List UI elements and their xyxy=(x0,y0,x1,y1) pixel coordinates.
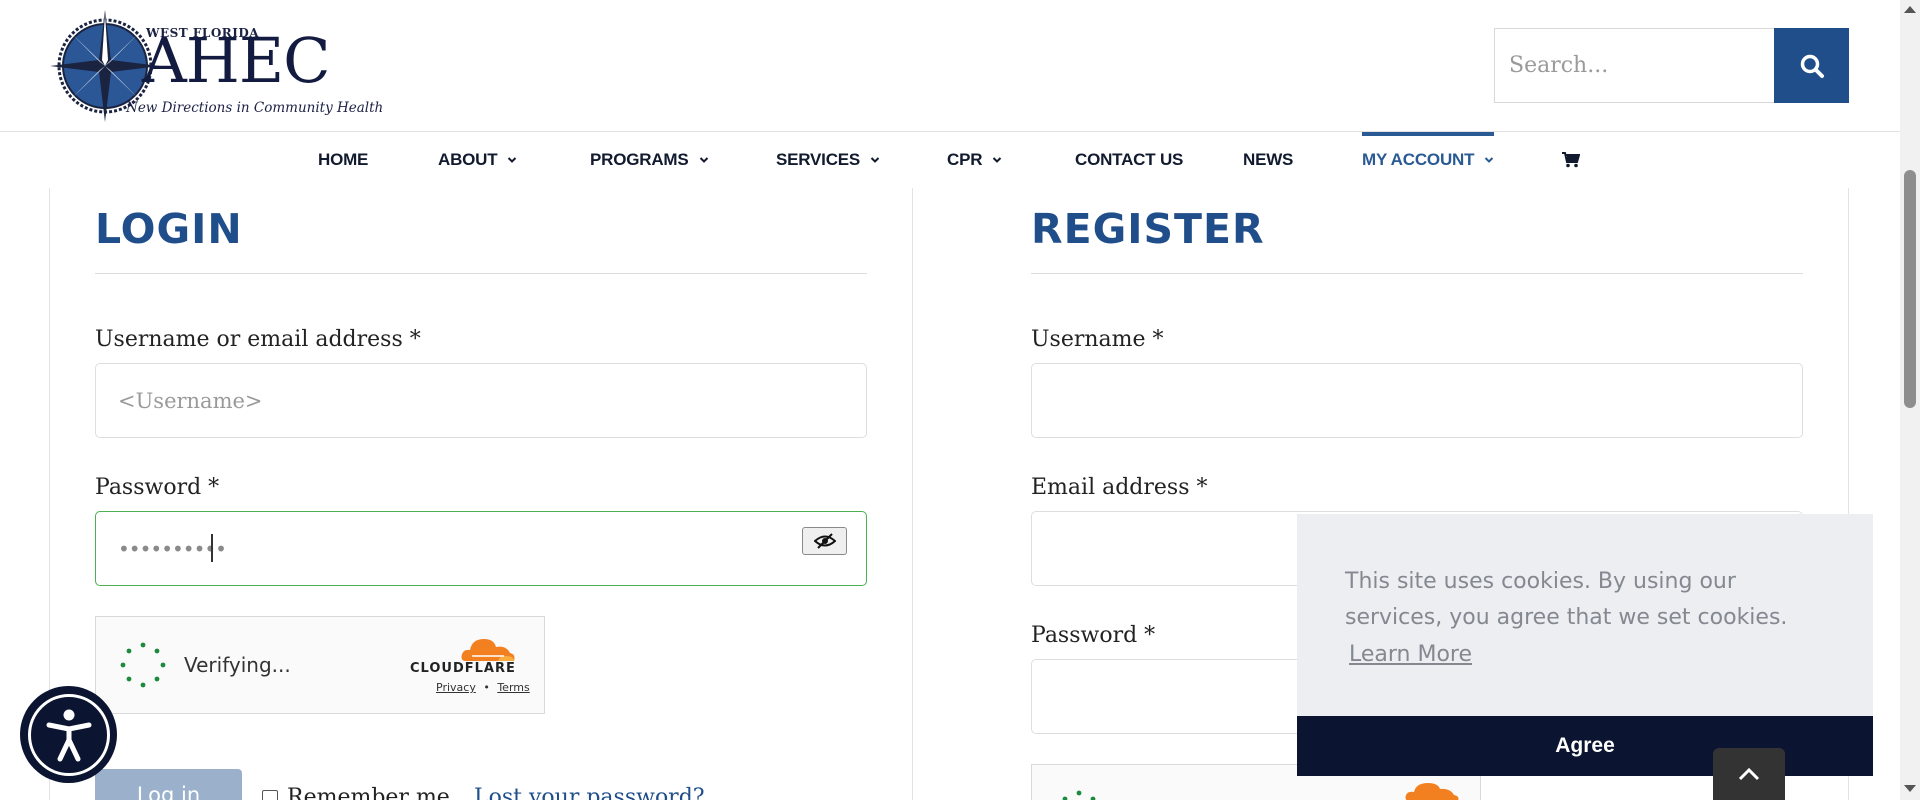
remember-me-checkbox[interactable] xyxy=(262,789,278,800)
nav-home-label: HOME xyxy=(318,150,369,169)
ahec-logo[interactable]: WEST FLORIDA AHEC New Directions in Comm… xyxy=(50,8,383,124)
show-password-button[interactable] xyxy=(802,527,847,555)
back-to-top-button[interactable] xyxy=(1713,748,1785,800)
scroll-down-arrow[interactable] xyxy=(1904,785,1916,792)
accessibility-icon xyxy=(46,709,91,761)
loading-spinner-icon xyxy=(1062,790,1096,800)
nav-my-account-label: MY ACCOUNT xyxy=(1362,150,1475,169)
cloudflare-logo: CLOUDFLARE Privacy • Terms xyxy=(410,635,530,695)
chevron-down-icon xyxy=(1485,157,1494,163)
lost-password-link[interactable]: Lost your password? xyxy=(474,785,705,800)
remember-me[interactable]: Remember me xyxy=(262,785,450,800)
logo-main-text: AHEC xyxy=(142,24,331,97)
search-form xyxy=(1494,28,1849,103)
nav-programs-label: PROGRAMS xyxy=(590,150,689,169)
register-username-field[interactable] xyxy=(1031,363,1803,438)
cloudflare-wordmark: CLOUDFLARE xyxy=(410,661,516,676)
chevron-down-icon xyxy=(993,157,1002,163)
cookie-agree-button[interactable]: Agree xyxy=(1297,716,1873,776)
search-button[interactable] xyxy=(1774,28,1849,103)
captcha-separator: • xyxy=(483,681,490,694)
nav-contact-label: CONTACT US xyxy=(1075,150,1184,169)
accessibility-ring xyxy=(27,693,110,776)
register-password-label: Password * xyxy=(1031,623,1156,648)
search-icon xyxy=(1800,54,1824,78)
captcha-privacy-link[interactable]: Privacy xyxy=(436,681,476,694)
nav-cpr-label: CPR xyxy=(947,150,983,169)
nav-services-label: SERVICES xyxy=(776,150,861,169)
nav-about[interactable]: ABOUT xyxy=(438,132,517,188)
login-username-field[interactable] xyxy=(95,363,867,438)
cloudflare-cloud-icon xyxy=(461,639,515,661)
nav-home[interactable]: HOME xyxy=(318,132,368,188)
nav-cart[interactable] xyxy=(1562,132,1580,188)
eye-slash-icon xyxy=(813,533,836,549)
loading-spinner-icon xyxy=(120,642,166,688)
chevron-down-icon xyxy=(870,157,880,163)
nav-about-label: ABOUT xyxy=(438,150,498,169)
password-value: •••••••••• xyxy=(118,537,227,561)
scrollbar-thumb[interactable] xyxy=(1904,170,1916,408)
nav-news[interactable]: NEWS xyxy=(1243,132,1293,188)
cloudflare-cloud-icon xyxy=(1405,783,1459,800)
nav-my-account[interactable]: MY ACCOUNT xyxy=(1362,132,1495,188)
site-header: WEST FLORIDA AHEC New Directions in Comm… xyxy=(0,0,1900,132)
nav-contact-us[interactable]: CONTACT US xyxy=(1075,132,1183,188)
captcha-status: Verifying... xyxy=(184,653,291,677)
text-caret xyxy=(211,534,213,562)
nav-cpr[interactable]: CPR xyxy=(947,132,1002,188)
login-button[interactable]: Log in xyxy=(95,769,242,800)
page-scrollbar[interactable] xyxy=(1900,0,1920,800)
username-label: Username or email address * xyxy=(95,327,421,352)
cookie-learn-more-link[interactable]: Learn More xyxy=(1349,642,1472,667)
register-email-label: Email address * xyxy=(1031,475,1208,500)
scroll-up-arrow[interactable] xyxy=(1904,6,1916,13)
search-input[interactable] xyxy=(1494,28,1775,103)
register-divider xyxy=(1031,273,1803,274)
nav-news-label: NEWS xyxy=(1243,150,1294,169)
nav-services[interactable]: SERVICES xyxy=(776,132,880,188)
login-title: LOGIN xyxy=(95,205,243,253)
chevron-up-icon xyxy=(1738,767,1760,781)
cloudflare-turnstile[interactable]: Verifying... CLOUDFLARE Privacy • Terms xyxy=(95,616,545,714)
accessibility-button[interactable] xyxy=(20,686,117,783)
nav-programs[interactable]: PROGRAMS xyxy=(590,132,709,188)
cookie-message: This site uses cookies. By using our ser… xyxy=(1345,569,1788,630)
logo-tagline: New Directions in Community Health xyxy=(126,100,384,116)
captcha-links: Privacy • Terms xyxy=(436,681,530,694)
register-title: REGISTER xyxy=(1031,205,1265,253)
chevron-down-icon xyxy=(508,157,517,163)
panel-divider xyxy=(912,188,913,800)
chevron-down-icon xyxy=(699,157,708,163)
login-divider xyxy=(95,273,867,274)
remember-me-label: Remember me xyxy=(287,785,450,800)
password-label: Password * xyxy=(95,475,220,500)
captcha-terms-link[interactable]: Terms xyxy=(497,681,529,694)
cookie-banner: This site uses cookies. By using our ser… xyxy=(1297,514,1873,776)
shopping-cart-icon xyxy=(1562,152,1580,168)
register-username-label: Username * xyxy=(1031,327,1164,352)
